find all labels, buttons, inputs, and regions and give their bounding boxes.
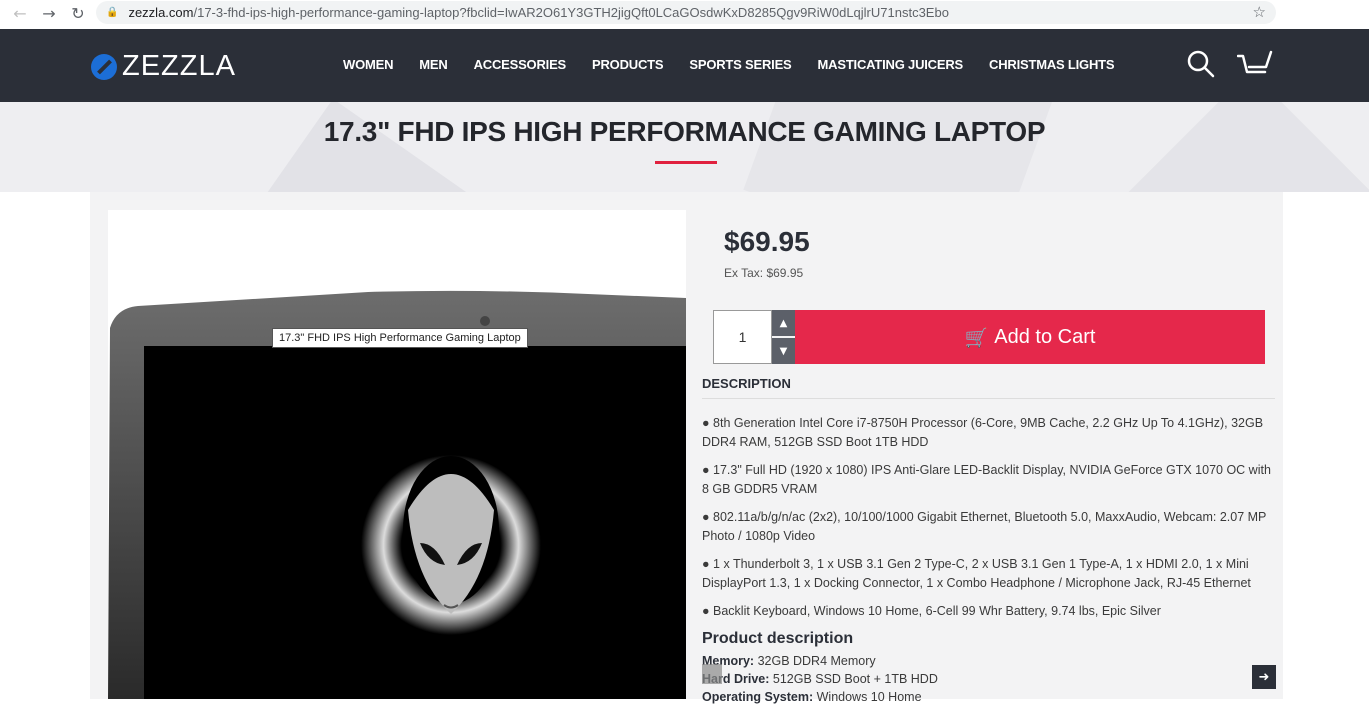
url-host: zezzla.com <box>128 5 194 20</box>
spec-label: Operating System: <box>702 690 814 704</box>
menu-item-accessories[interactable]: ACCESSORIES <box>474 57 567 72</box>
quantity-decrease-button[interactable]: ▼ <box>772 338 795 364</box>
forward-icon[interactable]: → <box>39 3 59 23</box>
back-icon[interactable]: ← <box>10 3 30 23</box>
lock-icon[interactable]: 🔒 <box>106 7 118 18</box>
image-tooltip: 17.3" FHD IPS High Performance Gaming La… <box>272 328 528 348</box>
page-title: 17.3" FHD IPS HIGH PERFORMANCE GAMING LA… <box>323 116 1046 147</box>
quantity-increase-button[interactable]: ▲ <box>772 310 795 336</box>
feature-item: ● 8th Generation Intel Core i7-8750H Pro… <box>702 416 1264 449</box>
feature-item: ● Backlit Keyboard, Windows 10 Home, 6-C… <box>702 604 1161 618</box>
product-price: $69.95 <box>724 226 810 257</box>
spec-value: 32GB DDR4 Memory <box>754 654 876 668</box>
menu-item-products[interactable]: PRODUCTS <box>592 57 664 72</box>
site-header: ZEZZLA WOMEN MEN ACCESSORIES PRODUCTS SP… <box>0 29 1369 102</box>
cart-icon[interactable] <box>1236 50 1273 83</box>
url-path: /17-3-fhd-ips-high-performance-gaming-la… <box>193 5 949 20</box>
feature-item: ● 802.11a/b/g/n/ac (2x2), 10/100/1000 Gi… <box>702 510 1267 543</box>
menu-item-women[interactable]: WOMEN <box>343 57 393 72</box>
spec-row-operating-system: Operating System: Windows 10 Home <box>702 690 922 704</box>
description-heading: DESCRIPTION <box>702 376 791 391</box>
page-hero: 17.3" FHD IPS HIGH PERFORMANCE GAMING LA… <box>0 102 1369 192</box>
main-menu: WOMEN MEN ACCESSORIES PRODUCTS SPORTS SE… <box>343 57 1140 72</box>
logo-text: ZEZZLA <box>122 50 236 82</box>
laptop-image <box>108 290 686 699</box>
spec-row-memory: Memory: 32GB DDR4 Memory <box>702 654 876 668</box>
feature-item: ● 17.3" Full HD (1920 x 1080) IPS Anti-G… <box>702 463 1271 496</box>
product-image[interactable]: 17.3" FHD IPS High Performance Gaming La… <box>108 210 686 699</box>
scroll-thumb[interactable] <box>702 664 722 684</box>
address-bar[interactable]: 🔒 zezzla.com/17-3-fhd-ips-high-performan… <box>96 1 1276 24</box>
divider <box>702 398 1275 399</box>
product-section: 17.3" FHD IPS High Performance Gaming La… <box>90 192 1283 704</box>
spec-value: 512GB SSD Boot + 1TB HDD <box>769 672 938 686</box>
feature-item: ● 1 x Thunderbolt 3, 1 x USB 3.1 Gen 2 T… <box>702 557 1251 590</box>
cart-icon: 🛒 <box>964 326 989 349</box>
ex-tax-price: Ex Tax: $69.95 <box>724 266 804 280</box>
search-icon[interactable] <box>1187 50 1215 83</box>
feature-list: ● 8th Generation Intel Core i7-8750H Pro… <box>702 414 1277 630</box>
reload-icon[interactable]: ↻ <box>68 3 88 23</box>
product-description-heading: Product description <box>702 630 854 647</box>
menu-item-masticating-juicers[interactable]: MASTICATING JUICERS <box>818 57 964 72</box>
add-to-cart-label: Add to Cart <box>994 325 1096 348</box>
menu-item-christmas-lights[interactable]: CHRISTMAS LIGHTS <box>989 57 1115 72</box>
bookmark-star-icon[interactable]: ☆ <box>1253 3 1266 21</box>
spec-row-hard-drive: Hard Drive: 512GB SSD Boot + 1TB HDD <box>702 672 938 686</box>
browser-toolbar: ← → ↻ 🔒 zezzla.com/17-3-fhd-ips-high-per… <box>0 0 1369 26</box>
add-to-cart-button[interactable]: 🛒 Add to Cart <box>795 310 1265 364</box>
quantity-input[interactable]: 1 <box>713 310 772 364</box>
menu-item-men[interactable]: MEN <box>419 57 447 72</box>
title-underline <box>655 161 717 164</box>
logo-mark-icon <box>91 53 117 80</box>
spec-value: Windows 10 Home <box>813 690 922 704</box>
site-logo[interactable]: ZEZZLA <box>91 50 236 83</box>
next-arrow-button[interactable]: ➜ <box>1252 665 1276 689</box>
menu-item-sports-series[interactable]: SPORTS SERIES <box>689 57 791 72</box>
